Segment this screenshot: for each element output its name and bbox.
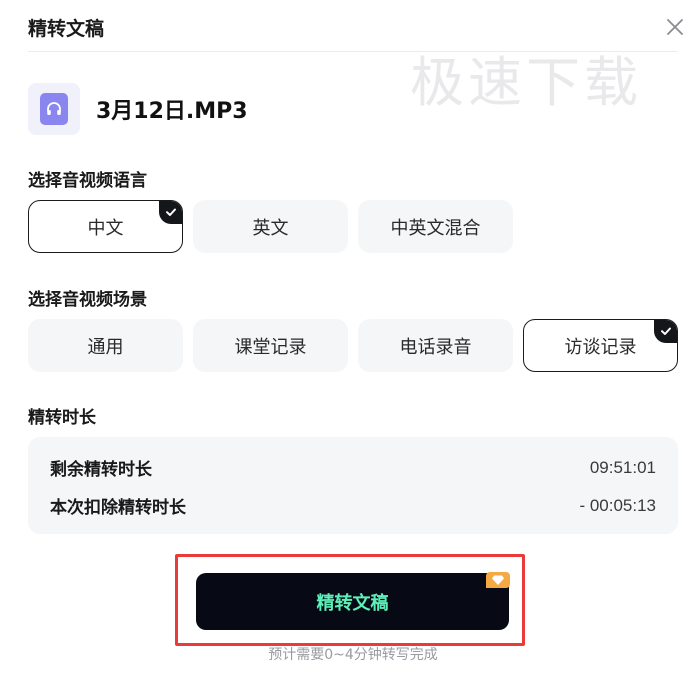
diamond-icon <box>492 575 504 585</box>
checkmark-icon <box>166 208 176 216</box>
checkmark-icon <box>661 327 671 335</box>
option-label: 访谈记录 <box>564 336 637 358</box>
scene-option-phone[interactable]: 电话录音 <box>358 319 513 372</box>
option-label: 课堂记录 <box>234 336 307 358</box>
deduct-duration-label: 本次扣除精转时长 <box>50 498 186 518</box>
selected-badge <box>159 201 182 224</box>
duration-panel: 剩余精转时长 09:51:01 本次扣除精转时长 - 00:05:13 <box>28 437 678 534</box>
option-label: 电话录音 <box>399 336 472 358</box>
deduct-duration-row: 本次扣除精转时长 - 00:05:13 <box>50 493 656 519</box>
file-info: 3月12日.MP3 <box>28 82 248 136</box>
option-label: 中英文混合 <box>390 217 481 239</box>
deduct-duration-value: - 00:05:13 <box>579 495 656 515</box>
scene-option-classroom[interactable]: 课堂记录 <box>193 319 348 372</box>
language-option-chinese[interactable]: 中文 <box>28 200 183 253</box>
estimate-hint: 预计需要0~4分钟转写完成 <box>268 647 438 663</box>
vip-badge <box>486 572 510 588</box>
header-divider <box>28 51 678 52</box>
close-button[interactable] <box>662 14 688 40</box>
close-icon <box>667 19 683 35</box>
duration-section-label: 精转时长 <box>28 408 96 428</box>
remaining-duration-row: 剩余精转时长 09:51:01 <box>50 455 656 481</box>
selected-badge <box>654 320 677 343</box>
language-option-english[interactable]: 英文 <box>193 200 348 253</box>
scene-section-label: 选择音视频场景 <box>28 290 147 310</box>
dialog-title: 精转文稿 <box>28 18 105 40</box>
language-option-mixed[interactable]: 中英文混合 <box>358 200 513 253</box>
language-section-label: 选择音视频语言 <box>28 171 147 191</box>
remaining-duration-value: 09:51:01 <box>589 457 656 477</box>
watermark: 极速下载 <box>410 51 642 114</box>
headphones-icon <box>47 102 61 115</box>
scene-option-general[interactable]: 通用 <box>28 319 183 372</box>
option-label: 英文 <box>252 217 289 239</box>
scene-option-interview[interactable]: 访谈记录 <box>523 319 678 372</box>
remaining-duration-label: 剩余精转时长 <box>50 460 152 480</box>
option-label: 通用 <box>87 336 124 358</box>
submit-transcribe-button[interactable]: 精转文稿 <box>196 573 509 630</box>
transcription-dialog: 精转文稿 极速下载 3月12日.MP3 选择音视频语言 中文 英文 中英文混合 … <box>0 0 700 680</box>
file-name: 3月12日.MP3 <box>96 99 248 124</box>
audio-file-icon <box>28 83 80 135</box>
option-label: 中文 <box>87 217 124 239</box>
